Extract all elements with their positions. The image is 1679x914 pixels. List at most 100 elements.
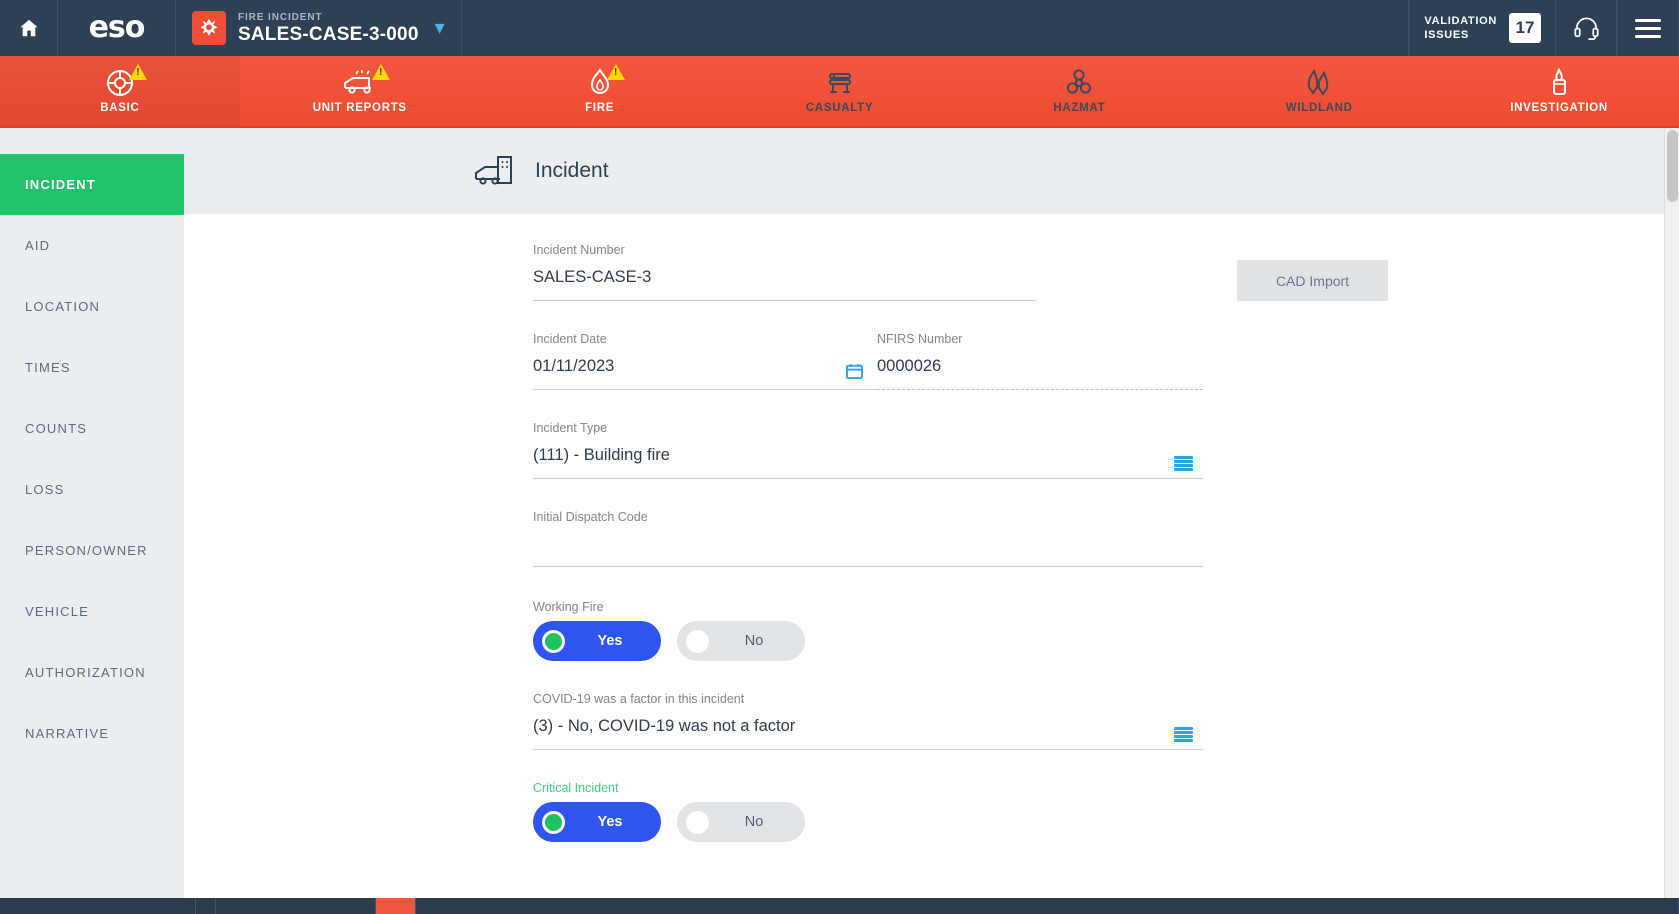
- field-incident-type: Incident Type (111) - Building fire: [533, 420, 1203, 479]
- page-body: INCIDENT AID LOCATION TIMES COUNTS LOSS …: [0, 128, 1679, 912]
- cad-import-button[interactable]: CAD Import: [1237, 260, 1388, 301]
- maltese-cross-icon: [198, 17, 220, 39]
- sidebar-item-label: VEHICLE: [25, 604, 89, 619]
- fire-truck-building-icon: [473, 154, 515, 188]
- sidebar-item-narrative[interactable]: NARRATIVE: [0, 703, 184, 764]
- warning-badge-icon: [129, 64, 147, 80]
- desktop-taskbar: [0, 898, 1679, 914]
- date-nfirs-row: Incident Date 01/11/2023 NFIRS Number: [533, 331, 1203, 390]
- topbar-spacer: [462, 0, 1410, 56]
- headset-icon: [1573, 16, 1600, 40]
- toggle-knob: [686, 630, 709, 653]
- nav-label: BASIC: [100, 102, 139, 114]
- sidebar-item-counts[interactable]: COUNTS: [0, 398, 184, 459]
- content-panel: Incident Incident Number SALES-CASE-3 CA…: [184, 128, 1679, 912]
- nav-item-wildland[interactable]: WILDLAND: [1199, 56, 1439, 126]
- fire-incident-badge: [192, 11, 226, 45]
- critical-incident-yes-toggle[interactable]: Yes: [533, 802, 661, 842]
- list-lookup-icon[interactable]: [1174, 456, 1193, 471]
- scrollbar-thumb[interactable]: [1667, 130, 1678, 202]
- sidebar-item-times[interactable]: TIMES: [0, 337, 184, 398]
- incident-selector[interactable]: FIRE INCIDENT SALES-CASE-3-000 ▾: [176, 0, 462, 56]
- nav-label: HAZMAT: [1053, 102, 1105, 114]
- eso-logo[interactable]: eso: [58, 0, 176, 56]
- taskbar-segment[interactable]: [216, 898, 376, 914]
- toggle-label: No: [719, 633, 805, 649]
- sidebar-item-authorization[interactable]: AUTHORIZATION: [0, 642, 184, 703]
- sidebar-item-loss[interactable]: LOSS: [0, 459, 184, 520]
- sidebar-item-location[interactable]: LOCATION: [0, 276, 184, 337]
- incident-date-input[interactable]: 01/11/2023: [533, 353, 614, 379]
- module-nav: BASIC UNIT REPORTS FIRE: [0, 56, 1679, 128]
- validation-issues-button[interactable]: VALIDATION ISSUES 17: [1409, 0, 1555, 56]
- toggle-knob: [686, 811, 709, 834]
- list-lookup-icon[interactable]: [1174, 727, 1193, 742]
- stretcher-icon: [826, 69, 854, 97]
- nav-item-fire[interactable]: FIRE: [480, 56, 720, 126]
- calendar-icon[interactable]: [846, 363, 863, 379]
- field-label: Incident Number: [533, 242, 1203, 258]
- nav-icon-wrap: [1304, 68, 1334, 98]
- brand-text: eso: [89, 13, 145, 43]
- nfirs-number-input[interactable]: 0000026: [877, 353, 1203, 390]
- vertical-scrollbar[interactable]: ▲ ▼: [1664, 128, 1679, 912]
- doc-title: SALES-CASE-3-000: [238, 24, 419, 46]
- main-menu-button[interactable]: [1617, 0, 1679, 56]
- sidebar-item-label: TIMES: [25, 360, 71, 375]
- nav-label: FIRE: [585, 102, 614, 114]
- field-label: NFIRS Number: [877, 331, 1203, 347]
- field-covid-factor: COVID-19 was a factor in this incident (…: [533, 691, 1203, 750]
- field-label: Working Fire: [533, 599, 1203, 615]
- sidebar-item-label: AUTHORIZATION: [25, 665, 146, 680]
- hamburger-menu-icon: [1635, 19, 1661, 38]
- sidebar-item-aid[interactable]: AID: [0, 215, 184, 276]
- covid-factor-input[interactable]: (3) - No, COVID-19 was not a factor: [533, 713, 1203, 750]
- sidebar-item-label: AID: [25, 238, 50, 253]
- nav-icon-wrap: [342, 68, 378, 98]
- toggle-label: Yes: [575, 633, 661, 649]
- biohazard-icon: [1065, 68, 1093, 98]
- field-working-fire: Working Fire Yes No: [533, 599, 1203, 661]
- validation-issues-count: 17: [1509, 13, 1541, 43]
- support-button[interactable]: [1555, 0, 1617, 56]
- working-fire-yes-toggle[interactable]: Yes: [533, 621, 661, 661]
- toggle-label: No: [719, 814, 805, 830]
- lighter-icon: [1546, 68, 1572, 98]
- sidebar-item-label: INCIDENT: [25, 177, 96, 192]
- sidebar-item-label: NARRATIVE: [25, 726, 109, 741]
- taskbar-active-app[interactable]: [376, 898, 416, 914]
- taskbar-segment[interactable]: [416, 898, 1679, 914]
- nav-item-unit-reports[interactable]: UNIT REPORTS: [240, 56, 480, 126]
- field-label: Incident Date: [533, 331, 877, 347]
- toggle-knob: [542, 811, 565, 834]
- initial-dispatch-code-input[interactable]: [533, 531, 1203, 567]
- incident-type-input[interactable]: (111) - Building fire: [533, 442, 1203, 479]
- sidebar-item-label: LOSS: [25, 482, 64, 497]
- sidebar-item-vehicle[interactable]: VEHICLE: [0, 581, 184, 642]
- validation-issues-label: VALIDATION ISSUES: [1424, 14, 1497, 42]
- nav-item-basic[interactable]: BASIC: [0, 56, 240, 126]
- nav-item-hazmat[interactable]: HAZMAT: [959, 56, 1199, 126]
- sidebar-item-incident[interactable]: INCIDENT: [0, 154, 184, 215]
- field-label: Critical Incident: [533, 780, 1203, 796]
- toggle-label: Yes: [575, 814, 661, 830]
- section-header: Incident: [184, 128, 1679, 214]
- home-button[interactable]: [0, 0, 58, 56]
- field-nfirs-number: NFIRS Number 0000026: [877, 331, 1203, 390]
- sidebar-item-person-owner[interactable]: PERSON/OWNER: [0, 520, 184, 581]
- working-fire-toggle-group: Yes No: [533, 621, 1203, 661]
- validation-label-line1: VALIDATION: [1424, 14, 1497, 28]
- working-fire-no-toggle[interactable]: No: [677, 621, 805, 661]
- taskbar-segment[interactable]: [196, 898, 216, 914]
- nav-icon-wrap: [826, 68, 854, 98]
- critical-incident-no-toggle[interactable]: No: [677, 802, 805, 842]
- nav-item-investigation[interactable]: INVESTIGATION: [1439, 56, 1679, 126]
- nav-label: UNIT REPORTS: [313, 102, 407, 114]
- wildfire-icon: [1304, 68, 1334, 98]
- chevron-down-icon[interactable]: ▾: [435, 18, 445, 38]
- taskbar-segment[interactable]: [0, 898, 196, 914]
- page-title: Incident: [535, 159, 609, 183]
- nav-label: WILDLAND: [1286, 102, 1353, 114]
- nav-item-casualty[interactable]: CASUALTY: [720, 56, 960, 126]
- incident-number-input[interactable]: SALES-CASE-3: [533, 264, 1036, 301]
